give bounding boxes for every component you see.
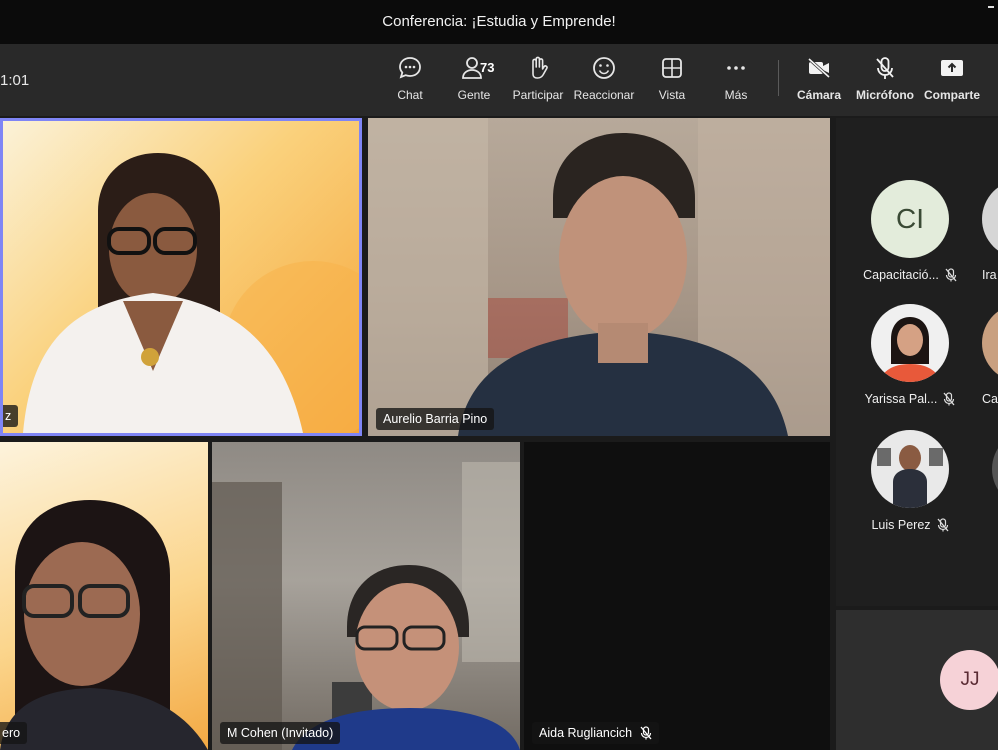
microphone-button[interactable]: Micrófono: [851, 54, 919, 110]
emoji-icon: [593, 57, 615, 79]
mic-muted-icon: [945, 268, 957, 282]
roster-participant-name: Capacitació...: [863, 268, 939, 282]
view-button[interactable]: Vista: [638, 54, 706, 110]
react-label: Reaccionar: [573, 88, 635, 102]
meeting-timer: 1:01: [0, 72, 30, 89]
share-icon: [941, 60, 963, 76]
roster-participant[interactable]: CI Capacitació...: [855, 180, 965, 282]
participant-name: Aida Rugliancich: [539, 726, 633, 740]
self-avatar: JJ: [940, 650, 998, 710]
camera-label: Cámara: [796, 88, 842, 102]
video-stage: z Aurelio Barria Pino ero M Cohen (Invit…: [0, 116, 998, 750]
avatar: [871, 304, 949, 382]
mic-muted-icon: [937, 518, 949, 532]
participant-video: [0, 500, 208, 750]
avatar-photo: [877, 445, 943, 508]
microphone-label: Micrófono: [856, 88, 914, 102]
chat-label: Chat: [397, 88, 423, 102]
toolbar-divider: [778, 60, 779, 96]
video-tile[interactable]: ero: [0, 442, 208, 750]
mic-muted-icon: [640, 726, 652, 740]
video-tile-camera-off[interactable]: Aida Rugliancich: [524, 442, 830, 750]
participant-name: M Cohen (Invitado): [227, 726, 334, 740]
participant-name: ero: [2, 726, 21, 740]
participant-video: [23, 153, 359, 433]
camera-button[interactable]: Cámara: [785, 54, 853, 110]
video-tile-active-speaker[interactable]: z: [0, 118, 362, 436]
roster-participant-partial[interactable]: [992, 430, 998, 508]
roster-participant-name: Ca: [982, 392, 998, 406]
more-button[interactable]: Más: [702, 54, 770, 110]
participant-video: [368, 118, 830, 436]
share-button[interactable]: Comparte: [918, 54, 986, 110]
video-tile[interactable]: Aurelio Barria Pino: [368, 118, 830, 436]
roster-participant-name: Yarissa Pal...: [864, 392, 938, 406]
participant-name: z: [5, 409, 12, 423]
roster-participant-name: Ira: [982, 268, 997, 282]
more-label: Más: [724, 88, 748, 102]
roster-participant-name: Luis Perez: [871, 518, 931, 532]
avatar: [992, 430, 998, 508]
roster-participant-partial[interactable]: Ira: [982, 180, 998, 282]
people-count: 73: [480, 60, 495, 75]
more-icon: [727, 66, 745, 70]
participant-name: Aurelio Barria Pino: [383, 412, 488, 426]
roster-participant[interactable]: Luis Perez: [855, 430, 965, 532]
minimize-icon[interactable]: [988, 6, 994, 8]
participant-name-tag: ero: [0, 722, 28, 744]
chat-icon: [399, 57, 421, 79]
camera-off-icon: [807, 57, 831, 79]
layout-icon: [662, 58, 682, 78]
participant-roster: CI Capacitació... Yarissa Pal... Luis Pe…: [836, 118, 998, 606]
meeting-toolbar: 1:01 Chat 73 Gente Participar Reaccionar…: [0, 44, 998, 116]
participant-video: [212, 462, 520, 750]
chat-button[interactable]: Chat: [376, 54, 444, 110]
avatar: [982, 180, 998, 258]
participant-name-tag: Aida Rugliancich: [532, 722, 660, 744]
raise-hand-icon: [532, 56, 548, 79]
view-label: Vista: [658, 88, 686, 102]
avatar: [871, 430, 949, 508]
avatar: [982, 304, 998, 382]
participant-name-tag: M Cohen (Invitado): [220, 722, 341, 744]
video-tile[interactable]: M Cohen (Invitado): [212, 442, 520, 750]
avatar-photo: [879, 317, 941, 382]
raise-hand-label: Participar: [512, 88, 564, 102]
title-bar: Conferencia: ¡Estudia y Emprende!: [0, 0, 998, 44]
meeting-title: Conferencia: ¡Estudia y Emprende!: [382, 13, 616, 30]
mic-muted-icon: [943, 392, 955, 406]
people-label: Gente: [457, 88, 491, 102]
self-view[interactable]: JJ: [836, 610, 998, 750]
participant-name-tag: z: [3, 405, 19, 427]
raise-hand-button[interactable]: Participar: [504, 54, 572, 110]
roster-participant-partial[interactable]: Ca: [982, 304, 998, 406]
participant-name-tag: Aurelio Barria Pino: [376, 408, 495, 430]
avatar: CI: [871, 180, 949, 258]
mic-off-icon: [876, 57, 894, 79]
share-label: Comparte: [923, 88, 980, 102]
roster-participant[interactable]: Yarissa Pal...: [855, 304, 965, 406]
react-button[interactable]: Reaccionar: [570, 54, 638, 110]
people-button[interactable]: 73 Gente: [440, 54, 508, 110]
